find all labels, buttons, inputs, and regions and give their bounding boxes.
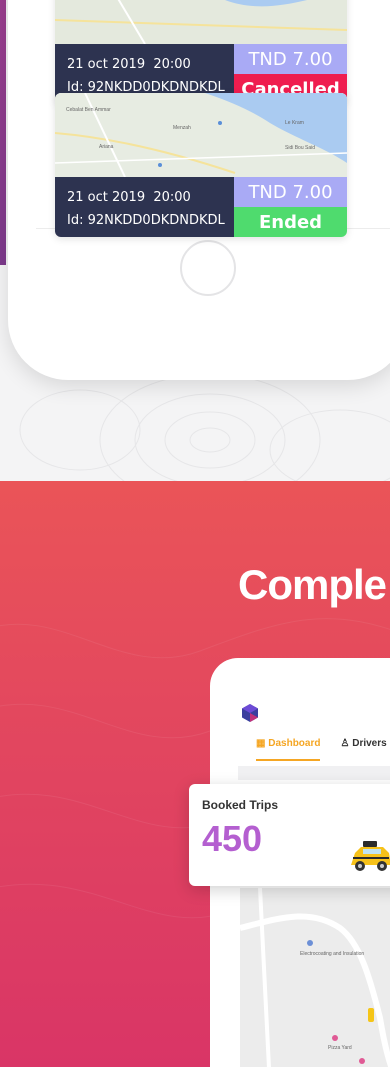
map-label: Ariana — [99, 144, 114, 150]
booked-trips-card: Booked Trips 450 — [189, 784, 390, 886]
tab-label: Dashboard — [268, 738, 321, 749]
trip-id-label: Id: — [67, 212, 84, 228]
taxi-icon — [351, 841, 390, 871]
trip-price: TND 7.00 — [234, 177, 347, 207]
trip-map: Cebalat Ben Ammar Ariana Menzah Le Kram … — [55, 93, 347, 177]
mobile-showcase-section: 21 oct 2019 20:00 Id: 92NKDD0DKDNDKDL TN… — [0, 0, 390, 481]
section-heading: Comple — [238, 561, 387, 608]
trip-price: TND 7.00 — [234, 44, 347, 74]
toolbar-strip — [238, 766, 390, 780]
trip-map — [55, 0, 347, 44]
tab-dashboard[interactable]: ▦ Dashboard — [256, 738, 321, 761]
purple-edge-strip — [0, 0, 6, 265]
trip-card[interactable]: Cebalat Ben Ammar Ariana Menzah Le Kram … — [55, 93, 347, 237]
tab-label: Drivers — [352, 738, 387, 749]
map-label: Pizza Yard — [328, 1045, 352, 1051]
grid-icon: ▦ — [256, 738, 266, 749]
map-label: Electrocoating and Insulation — [300, 951, 365, 957]
dashboard-showcase-section: Comple ▦ Dashboard ♙ Drivers Electrocoat… — [0, 481, 390, 1067]
trip-date: 21 oct 2019 — [67, 57, 146, 72]
trip-card[interactable]: 21 oct 2019 20:00 Id: 92NKDD0DKDNDKDL TN… — [55, 0, 347, 104]
home-button — [180, 240, 236, 296]
driver-icon: ♙ — [340, 738, 350, 749]
hexagon-logo-icon — [242, 704, 258, 722]
map-label: Le Kram — [285, 120, 304, 126]
stat-value: 450 — [202, 818, 263, 859]
trip-time: 20:00 — [153, 190, 191, 205]
map-label: Menzah — [173, 125, 191, 131]
dashboard-map[interactable]: Electrocoating and Insulation Pizza Yard — [240, 888, 390, 1067]
map-label: Cebalat Ben Ammar — [66, 107, 111, 113]
trip-date: 21 oct 2019 — [67, 190, 146, 205]
map-label: Sidi Bou Said — [285, 145, 316, 151]
trip-meta: 21 oct 2019 20:00 Id: 92NKDD0DKDNDKDL — [55, 177, 234, 237]
stat-label: Booked Trips — [202, 798, 279, 812]
trip-status-badge: Ended — [234, 207, 347, 237]
trip-id: 92NKDD0DKDNDKDL — [87, 212, 225, 228]
trip-time: 20:00 — [153, 57, 191, 72]
tab-drivers[interactable]: ♙ Drivers — [340, 738, 386, 761]
